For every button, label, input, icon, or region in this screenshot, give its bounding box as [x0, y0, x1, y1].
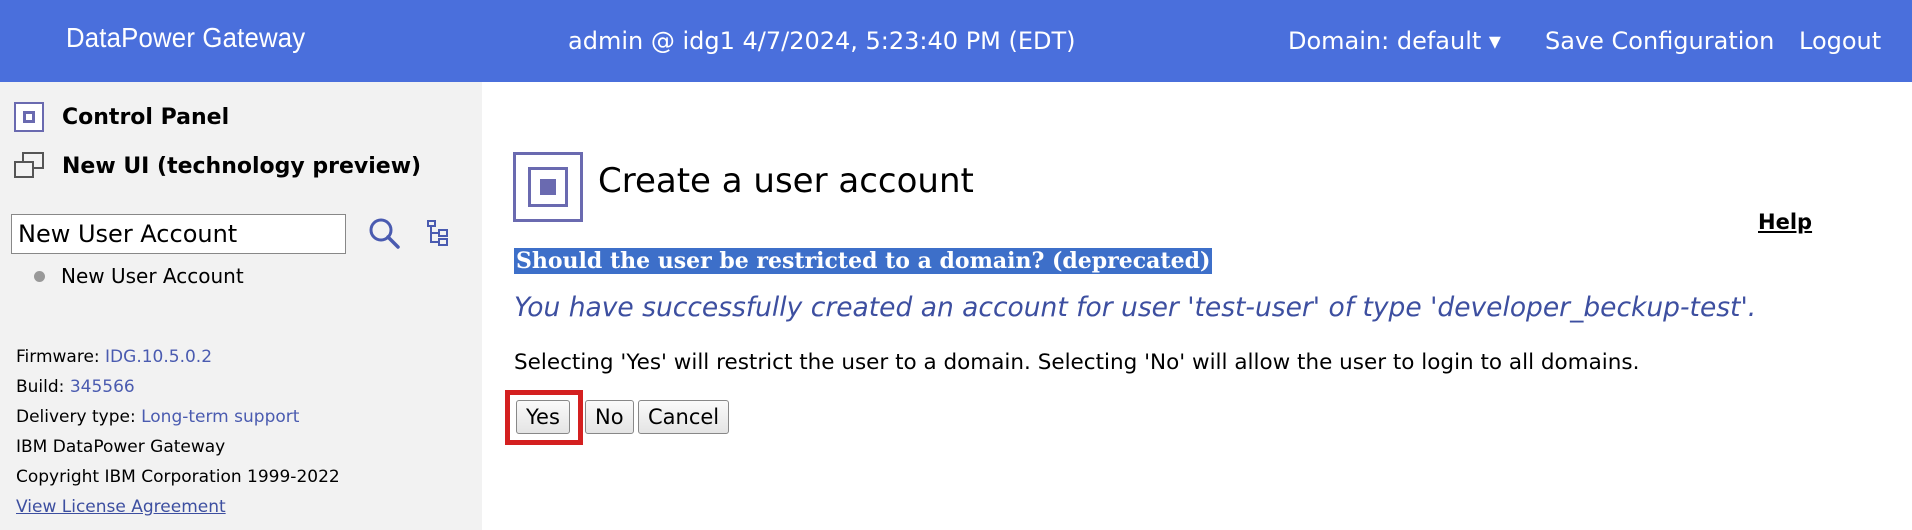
page-title: Create a user account — [598, 161, 974, 201]
yes-button[interactable]: Yes — [516, 400, 570, 434]
sidebar-item-control-panel[interactable]: Control Panel — [14, 102, 229, 132]
top-header: DataPower Gateway admin @ idg1 4/7/2024,… — [0, 0, 1912, 82]
tree-view-icon[interactable] — [425, 219, 451, 247]
delivery-value: Long-term support — [141, 407, 300, 427]
build-value: 345566 — [69, 377, 135, 397]
new-ui-label: New UI (technology preview) — [62, 153, 422, 179]
domain-selector[interactable]: Domain: default ▾ — [1288, 27, 1501, 55]
new-ui-icon — [14, 152, 46, 180]
copyright-text: Copyright IBM Corporation 1999-2022 — [16, 467, 340, 487]
sidebar-item-new-ui[interactable]: New UI (technology preview) — [14, 152, 421, 180]
cancel-button[interactable]: Cancel — [638, 400, 730, 434]
search-input[interactable] — [11, 214, 346, 254]
search-result-label: New User Account — [61, 264, 244, 288]
view-license-link[interactable]: View License Agreement — [16, 497, 226, 517]
create-user-icon — [513, 152, 583, 222]
help-link[interactable]: Help — [1758, 210, 1812, 234]
domain-restriction-question: Should the user be restricted to a domai… — [514, 248, 1213, 274]
delivery-info: Delivery type: Long-term support — [16, 407, 299, 427]
product-name: IBM DataPower Gateway — [16, 437, 226, 457]
brand-title: DataPower Gateway — [66, 22, 306, 53]
search-icon[interactable] — [367, 216, 401, 250]
delivery-label: Delivery type: — [16, 407, 136, 427]
save-configuration-link[interactable]: Save Configuration — [1545, 27, 1774, 55]
sidebar: Control Panel New UI (technology preview… — [0, 82, 482, 530]
no-button[interactable]: No — [585, 400, 634, 434]
search-result-item[interactable]: New User Account — [34, 264, 244, 288]
session-info: admin @ idg1 4/7/2024, 5:23:40 PM (EDT) — [568, 27, 1076, 55]
success-message: You have successfully created an account… — [514, 292, 1757, 323]
control-panel-label: Control Panel — [62, 104, 230, 130]
info-text: Selecting 'Yes' will restrict the user t… — [514, 350, 1640, 375]
license-info: View License Agreement — [16, 497, 226, 517]
bullet-icon — [34, 270, 45, 282]
firmware-value: IDG.10.5.0.2 — [105, 347, 213, 367]
build-label: Build: — [16, 377, 65, 397]
firmware-label: Firmware: — [16, 347, 100, 367]
firmware-info: Firmware: IDG.10.5.0.2 — [16, 347, 212, 367]
logout-link[interactable]: Logout — [1799, 27, 1881, 55]
control-panel-icon — [14, 102, 44, 132]
build-info: Build: 345566 — [16, 377, 135, 397]
